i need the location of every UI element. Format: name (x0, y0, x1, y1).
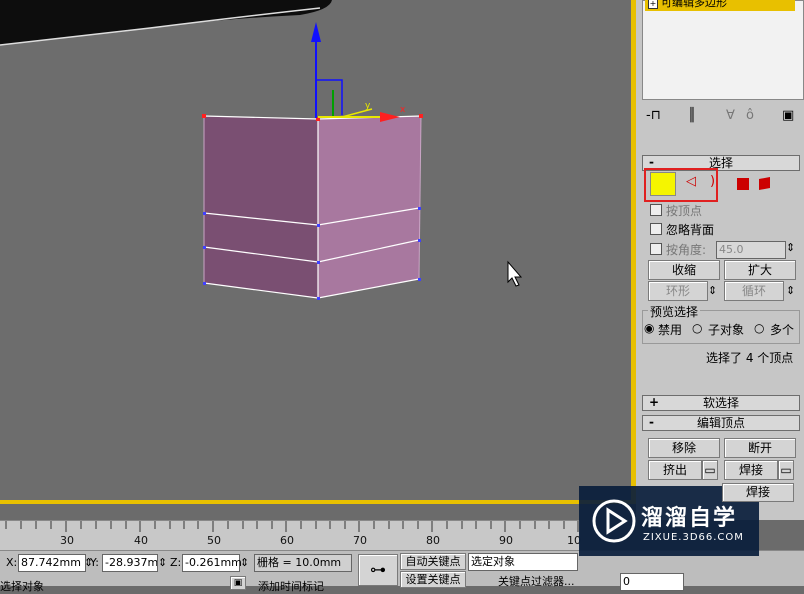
pin-stack-icon[interactable]: -⊓ (646, 108, 661, 123)
timeline-tick-label: 60 (280, 534, 294, 547)
x-coord-label: X: (6, 556, 18, 569)
ring-spinner-icon[interactable]: ⇕ (708, 284, 717, 297)
vertex-mode-icon[interactable] (650, 172, 676, 196)
remove-modifier-icon[interactable]: ô (746, 108, 754, 123)
weld-settings-icon[interactable]: ▭ (778, 460, 794, 480)
preview-selection-label: 预览选择 (648, 303, 701, 320)
angle-spinner-arrows-icon[interactable]: ⇕ (786, 241, 795, 254)
x-coord-field[interactable]: 87.742mm (18, 554, 86, 572)
polygon-mode-icon[interactable] (737, 178, 749, 190)
current-frame-field[interactable]: 0 (620, 573, 684, 591)
extrude-settings-icon[interactable]: ▭ (702, 460, 718, 480)
radio-disabled-icon[interactable]: ◉ (644, 321, 654, 335)
grid-size-display: 栅格 = 10.0mm (254, 554, 352, 572)
key-mode-dropdown[interactable]: 选定对象 (468, 553, 578, 571)
timeline-tick-label: 70 (353, 534, 367, 547)
configure-sets-icon[interactable]: ▣ (782, 108, 794, 123)
ignore-backfacing-label: 忽略背面 (666, 223, 715, 237)
preview-disabled-label: 禁用 (658, 323, 683, 337)
add-time-tag-label[interactable]: 添加时间标记 (258, 578, 324, 594)
modifier-stack-item[interactable]: + 可编辑多边形 (645, 0, 795, 11)
preview-multi-label: 多个 (770, 323, 795, 337)
weld-button[interactable]: 焊接 (724, 460, 778, 480)
timeline-tick-label: 90 (499, 534, 513, 547)
timeline-tick-label: 30 (60, 534, 74, 547)
watermark-title: 溜溜自学 (641, 506, 738, 531)
z-coord-label: Z: (170, 556, 182, 569)
grow-button[interactable]: 扩大 (724, 260, 796, 280)
watermark-url: ZIXUE.3D66.COM (643, 532, 744, 543)
watermark-play-icon (592, 499, 636, 543)
break-button[interactable]: 断开 (724, 438, 796, 458)
time-tag-icon[interactable]: ▣ (230, 576, 246, 590)
z-coord-field[interactable]: -0.261mm (182, 554, 242, 572)
shrink-button[interactable]: 收缩 (648, 260, 720, 280)
prompt-line: 选择对象 (0, 580, 44, 593)
by-vertex-label: 按顶点 (666, 204, 703, 218)
timeline-tick-label: 40 (134, 534, 148, 547)
preview-subobject-label: 子对象 (708, 323, 745, 337)
ignore-backfacing-checkbox[interactable] (650, 223, 662, 235)
set-key-button[interactable]: 设置关键点 (400, 571, 466, 588)
dark-object-mesh (0, 0, 332, 45)
loop-button[interactable]: 循环 (724, 281, 784, 301)
y-coord-field[interactable]: -28.937mm (102, 554, 158, 572)
edit-vertices-rollout-header[interactable]: - 编辑顶点 (642, 415, 800, 431)
by-angle-checkbox[interactable] (650, 243, 662, 255)
svg-text:x: x (400, 105, 406, 115)
selection-status-text: 选择了 4 个顶点 (706, 351, 794, 365)
key-filter-button[interactable]: 关键点过滤器... (498, 573, 575, 589)
viewport-scene: y x (0, 0, 523, 300)
svg-text:y: y (365, 101, 371, 111)
perspective-viewport[interactable]: y x (0, 0, 631, 500)
box-left-face (204, 116, 318, 298)
by-angle-label: 按角度: (666, 243, 707, 257)
border-mode-icon[interactable]: ) (710, 174, 715, 189)
viewport-active-border-bottom (0, 500, 636, 504)
box-right-face (318, 116, 421, 298)
by-vertex-checkbox[interactable] (650, 204, 662, 216)
remove-button[interactable]: 移除 (648, 438, 720, 458)
timeline-tick-label: 80 (426, 534, 440, 547)
soft-selection-rollout-header[interactable]: + 软选择 (642, 395, 800, 411)
expand-icon[interactable]: + (648, 0, 658, 9)
y-coord-label: Y: (90, 556, 99, 569)
timeline-tick-label: 50 (207, 534, 221, 547)
command-panel: + 可编辑多边形 -⊓ ║ ∀ ô ▣ - 选择 ◁ ) 按顶点 忽略背面 按角度:… (636, 0, 804, 520)
show-end-result-icon[interactable]: ║ (688, 108, 696, 123)
loop-spinner-icon[interactable]: ⇕ (786, 284, 795, 297)
element-mode-icon[interactable] (759, 177, 770, 190)
extrude-button[interactable]: 挤出 (648, 460, 702, 480)
make-unique-icon[interactable]: ∀ (726, 108, 735, 123)
stack-toolbar: -⊓ ║ ∀ ô ▣ (642, 106, 802, 128)
radio-subobject-icon[interactable]: ○ (692, 321, 702, 335)
auto-key-button[interactable]: 自动关键点 (400, 553, 466, 570)
ring-button[interactable]: 环形 (648, 281, 708, 301)
y-spinner-icon[interactable]: ⇕ (158, 556, 167, 569)
mouse-cursor-icon (507, 260, 523, 287)
set-key-icon[interactable]: ⊶ (358, 554, 398, 586)
radio-multi-icon[interactable]: ○ (754, 321, 764, 335)
angle-spinner[interactable]: 45.0 (716, 241, 786, 259)
move-gizmo (311, 22, 400, 122)
weld-button-2[interactable]: 焊接 (722, 483, 794, 502)
edge-mode-icon[interactable]: ◁ (686, 174, 696, 189)
z-spinner-icon[interactable]: ⇕ (240, 556, 249, 569)
modifier-stack[interactable]: + 可编辑多边形 (642, 0, 804, 100)
